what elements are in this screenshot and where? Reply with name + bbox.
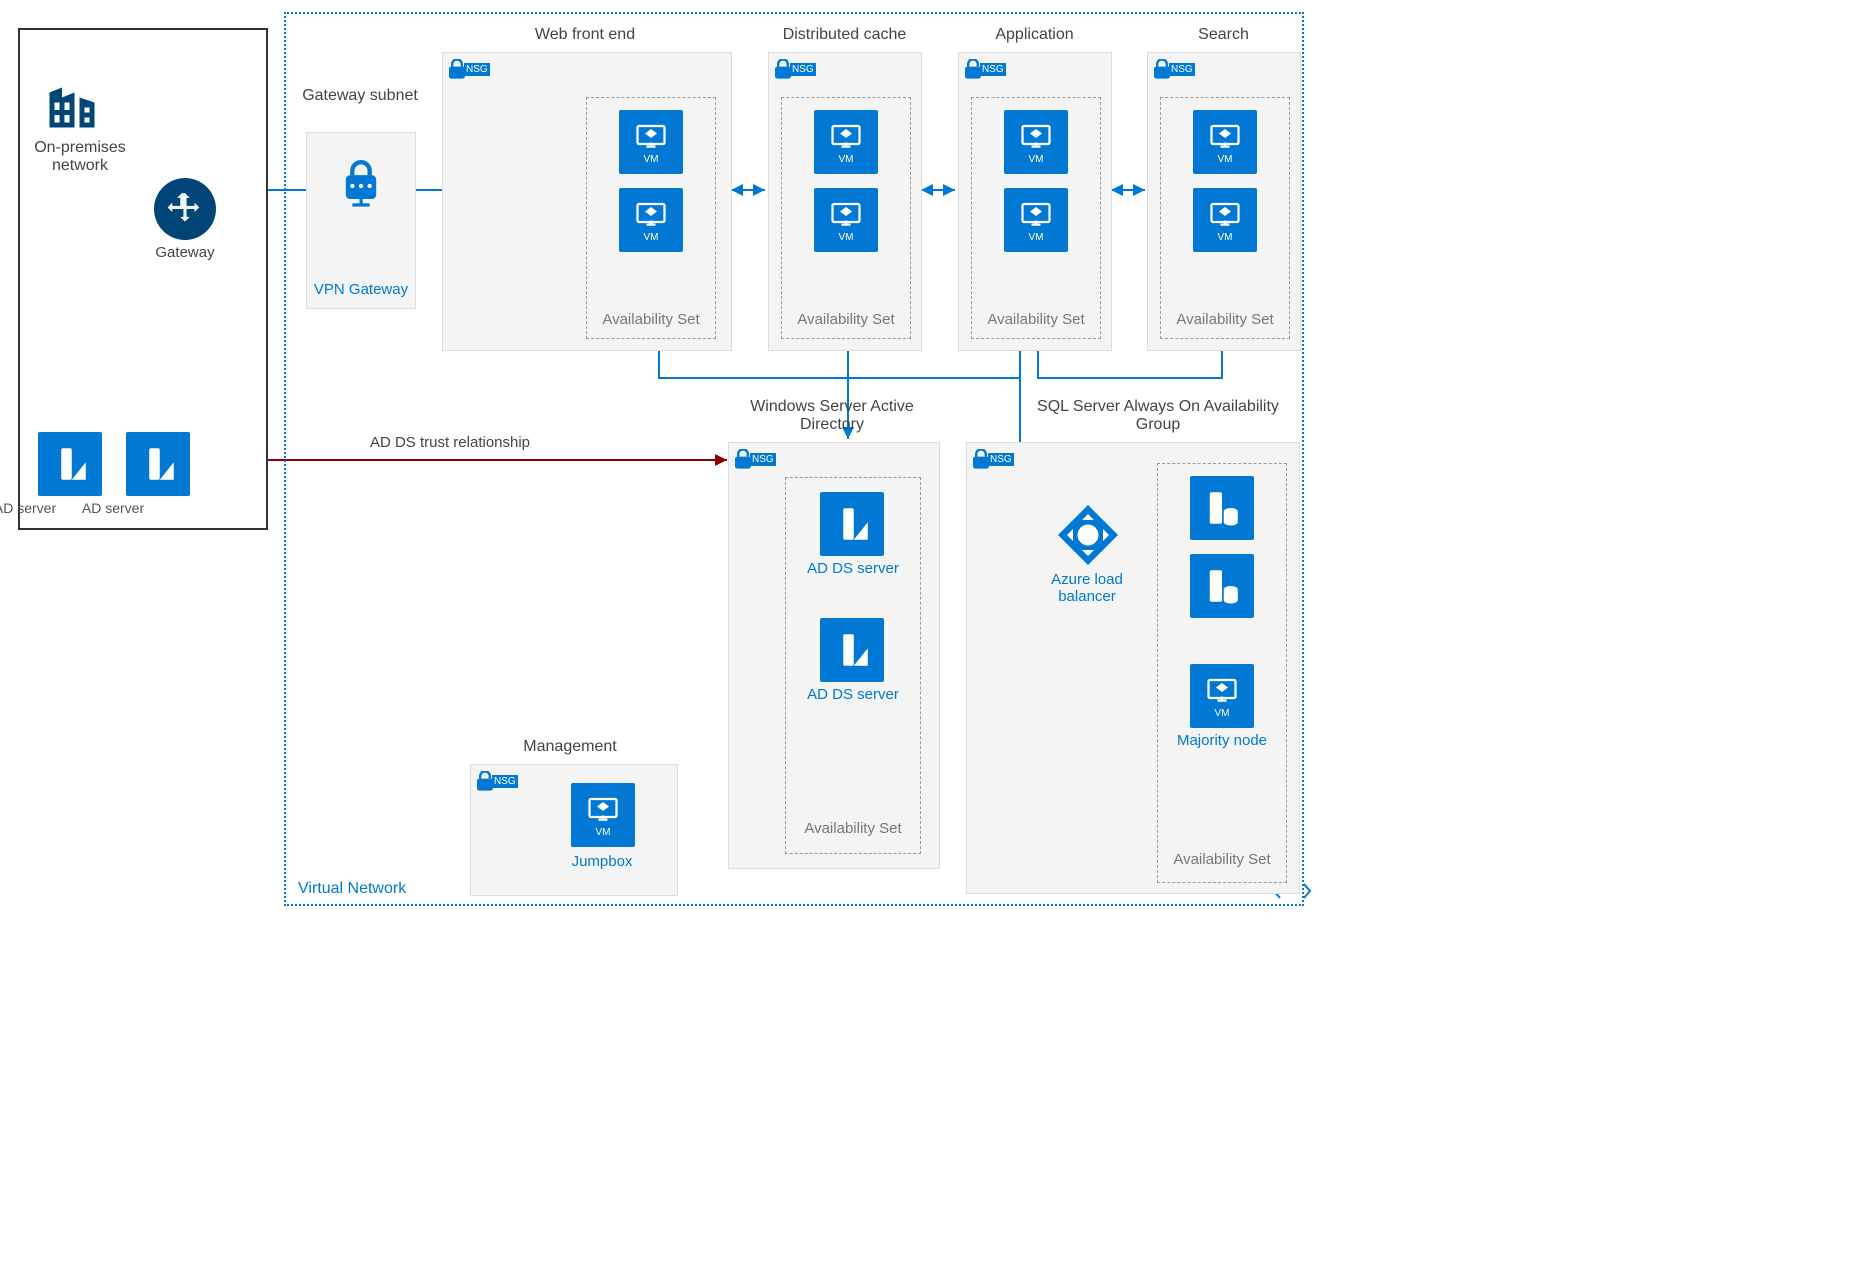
vpn-gateway-icon [335,157,387,220]
adds-server-icon [820,492,884,556]
load-balancer-icon-sql [1052,499,1124,576]
gateway-subnet-title: Gateway subnet [300,87,420,105]
aset-label: Availability Set [972,311,1100,328]
adds-label: AD DS server [786,560,920,577]
ad-label-2: AD server [33,500,193,516]
aset-label: Availability Set [1158,851,1286,868]
availability-set: VM VM Availability Set [971,97,1101,339]
mgmt-title: Management [470,738,670,756]
availability-set: VM VM Availability Set [586,97,716,339]
gateway-icon [154,178,216,240]
jumpbox-label: Jumpbox [547,853,657,870]
web-tier-box: NSG VM VM Availability Set [442,52,732,351]
vm-icon: VM [814,110,878,174]
search-tier-box: NSG VM VM Availability Set [1147,52,1301,351]
lock-icon: NSG [775,59,816,79]
db-server-icon [1190,476,1254,540]
app-tier-box: NSG VM VM Availability Set [958,52,1112,351]
lock-icon: NSG [965,59,1006,79]
on-premises-box: On-premises network Gateway AD server AD… [18,28,268,530]
vm-icon: VM [1004,188,1068,252]
app-title: Application [957,26,1112,44]
gateway-label: Gateway [140,244,230,261]
aset-label: Availability Set [786,820,920,837]
sql-tier-box: NSG Azure load balancer VM Majority node… [966,442,1300,894]
web-title: Web front end [440,26,730,44]
vm-icon: VM [1004,110,1068,174]
vm-icon: VM [571,783,635,847]
vm-icon: VM [1190,664,1254,728]
architecture-diagram: On-premises network Gateway AD server AD… [10,10,1310,910]
aset-label: Availability Set [1161,311,1289,328]
sql-title: SQL Server Always On Availability Group [1018,398,1298,434]
onprem-title: On-premises network [20,139,140,175]
adds-label: AD DS server [786,686,920,703]
vm-icon: VM [1193,110,1257,174]
vm-icon: VM [1193,188,1257,252]
gateway-subnet-box: VPN Gateway [306,132,416,309]
majority-label: Majority node [1158,732,1286,749]
lock-icon: NSG [449,59,490,79]
cache-title: Distributed cache [767,26,922,44]
aset-label: Availability Set [587,311,715,328]
mgmt-box: NSG VM Jumpbox [470,764,678,896]
db-server-icon [1190,554,1254,618]
availability-set: VM VM Availability Set [1160,97,1290,339]
ad-title: Windows Server Active Directory [732,398,932,434]
lock-icon: NSG [735,449,776,469]
availability-set: AD DS server AD DS server Availability S… [785,477,921,854]
lock-icon: NSG [477,771,518,791]
vm-icon: VM [814,188,878,252]
adds-server-icon [820,618,884,682]
vnet-title: Virtual Network [298,880,406,898]
availability-set: VM Majority node Availability Set [1157,463,1287,883]
vm-icon: VM [619,110,683,174]
alb-label-sql: Azure load balancer [1042,571,1132,605]
lock-icon: NSG [1154,59,1195,79]
cache-tier-box: NSG VM VM Availability Set [768,52,922,351]
availability-set: VM VM Availability Set [781,97,911,339]
lock-icon: NSG [973,449,1014,469]
search-title: Search [1146,26,1301,44]
ad-server-icon-2 [126,432,190,496]
trust-label: AD DS trust relationship [320,434,580,451]
aset-label: Availability Set [782,311,910,328]
vm-icon: VM [619,188,683,252]
ad-server-icon-1 [38,432,102,496]
ad-tier-box: NSG AD DS server AD DS server Availabili… [728,442,940,869]
building-icon [42,75,102,140]
vpn-gateway-label: VPN Gateway [307,281,415,298]
